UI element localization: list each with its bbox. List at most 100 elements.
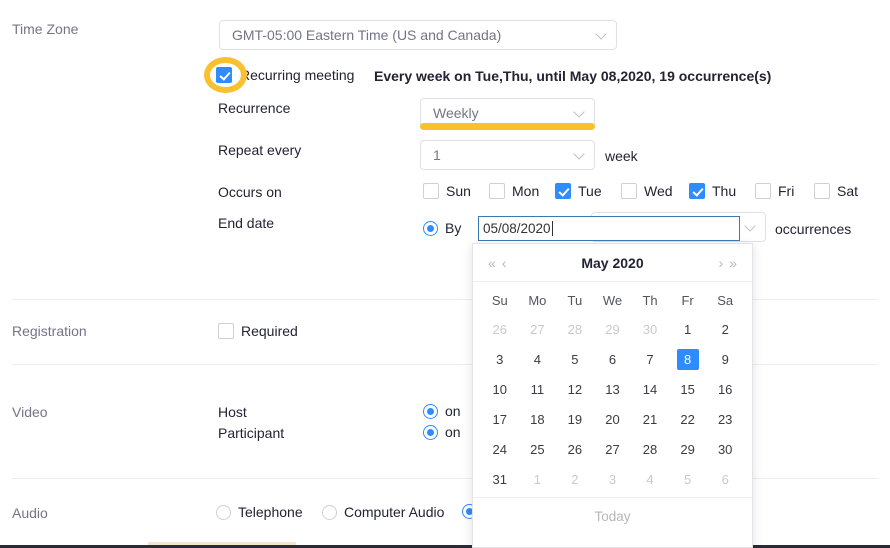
repeat-every-select[interactable]: 1 [420,140,595,170]
day-label-fri: Fri [778,183,795,199]
calendar-day[interactable]: 6 [706,464,744,494]
calendar-day[interactable]: 5 [669,464,707,494]
calendar-day[interactable]: 7 [631,344,669,374]
calendar-day[interactable]: 27 [594,434,632,464]
day-checkbox-mon[interactable]: Mon [489,183,555,199]
calendar-day-text: 4 [646,471,654,487]
registration-required-checkbox[interactable]: Required [218,323,298,339]
end-date-by-radio[interactable]: By [423,220,461,236]
calendar-day[interactable]: 1 [669,314,707,344]
checkbox-box-required[interactable] [218,323,234,339]
audio-computer-label: Computer Audio [344,504,445,520]
calendar-day-text: 1 [683,321,692,337]
calendar-day-text: 30 [642,321,658,337]
calendar-day[interactable]: 21 [631,404,669,434]
checkbox-box-sat[interactable] [814,183,830,199]
recurrence-value: Weekly [433,105,479,121]
video-participant-on-radio[interactable]: on [423,424,461,440]
audio-computer-radio[interactable]: Computer Audio [322,504,444,520]
day-label-sat: Sat [837,183,859,199]
calendar-day[interactable]: 18 [519,404,557,434]
calendar-day[interactable]: 28 [631,434,669,464]
timezone-label: Time Zone [12,21,79,37]
calendar-day[interactable]: 31 [481,464,519,494]
checkbox-box-wed[interactable] [621,183,637,199]
calendar-day[interactable]: 29 [669,434,707,464]
radio-circle-participant-on[interactable] [423,424,438,440]
calendar-header: « ‹ May 2020 › » [473,244,752,282]
video-participant-label: Participant [218,425,285,441]
checkbox-box-mon[interactable] [489,183,505,199]
calendar-day[interactable]: 13 [594,374,632,404]
prev-year-icon[interactable]: « [485,256,499,270]
calendar-today-button[interactable]: Today [473,497,752,535]
calendar-day[interactable]: 30 [631,314,669,344]
occurrences-label: occurrences [775,221,852,237]
timezone-select[interactable]: GMT-05:00 Eastern Time (US and Canada) [219,20,617,50]
end-date-label: End date [218,215,275,231]
calendar-day[interactable]: 11 [519,374,557,404]
audio-telephone-radio[interactable]: Telephone [216,504,303,520]
calendar-day[interactable]: 9 [706,344,744,374]
radio-circle-host-on[interactable] [423,403,438,419]
timezone-value: GMT-05:00 Eastern Time (US and Canada) [232,27,502,43]
calendar-day[interactable]: 15 [669,374,707,404]
video-host-on-radio[interactable]: on [423,403,461,419]
calendar-day[interactable]: 6 [594,344,632,374]
calendar-day[interactable]: 2 [556,464,594,494]
calendar-day[interactable]: 23 [706,404,744,434]
chevron-down-icon [596,29,608,41]
recurring-meeting-row[interactable]: Recurring meeting [216,67,354,83]
calendar-day[interactable]: 10 [481,374,519,404]
calendar-day[interactable]: 12 [556,374,594,404]
end-date-input[interactable]: 05/08/2020 [478,216,740,241]
calendar-day[interactable]: 16 [706,374,744,404]
recurring-meeting-checkbox[interactable] [216,67,232,83]
calendar-day[interactable]: 4 [519,344,557,374]
calendar-day[interactable]: 4 [631,464,669,494]
calendar-day[interactable]: 22 [669,404,707,434]
calendar-day[interactable]: 26 [556,434,594,464]
checkbox-box-sun[interactable] [423,183,439,199]
calendar-day[interactable]: 27 [519,314,557,344]
prev-month-icon[interactable]: ‹ [499,256,510,270]
calendar-day-text: 16 [717,381,733,397]
checkbox-box-thu[interactable] [689,183,705,199]
day-checkbox-tue[interactable]: Tue [555,183,621,199]
radio-circle-by[interactable] [423,220,438,236]
calendar-day[interactable]: 3 [594,464,632,494]
checkbox-box-tue[interactable] [555,183,571,199]
calendar-day-text: 5 [683,471,692,487]
calendar-day-text: 30 [717,441,733,457]
next-year-icon[interactable]: » [726,256,740,270]
calendar-day[interactable]: 5 [556,344,594,374]
day-checkbox-thu[interactable]: Thu [689,183,755,199]
calendar-day[interactable]: 17 [481,404,519,434]
calendar-day-selected[interactable]: 8 [669,344,707,374]
calendar-day[interactable]: 26 [481,314,519,344]
calendar-day[interactable]: 25 [519,434,557,464]
calendar-day[interactable]: 14 [631,374,669,404]
calendar-day[interactable]: 29 [594,314,632,344]
calendar-day[interactable]: 20 [594,404,632,434]
radio-circle-computer-audio[interactable] [322,504,337,520]
date-picker-calendar[interactable]: « ‹ May 2020 › » Su Mo Tu We Th Fr Sa 26… [472,243,753,548]
radio-circle-telephone[interactable] [216,504,231,520]
calendar-day[interactable]: 1 [519,464,557,494]
day-checkbox-sun[interactable]: Sun [423,183,489,199]
calendar-day-text: 28 [642,441,658,457]
calendar-day[interactable]: 30 [706,434,744,464]
day-checkbox-sat[interactable]: Sat [814,183,874,199]
calendar-day[interactable]: 19 [556,404,594,434]
calendar-day[interactable]: 28 [556,314,594,344]
day-checkbox-fri[interactable]: Fri [755,183,814,199]
calendar-day[interactable]: 24 [481,434,519,464]
video-participant-state: on [445,424,461,440]
checkbox-box-fri[interactable] [755,183,771,199]
calendar-day-text: 22 [680,411,695,427]
next-month-icon[interactable]: › [716,256,727,270]
day-checkbox-wed[interactable]: Wed [621,183,689,199]
calendar-day[interactable]: 3 [481,344,519,374]
calendar-day[interactable]: 2 [706,314,744,344]
calendar-day-text: 25 [530,441,545,457]
